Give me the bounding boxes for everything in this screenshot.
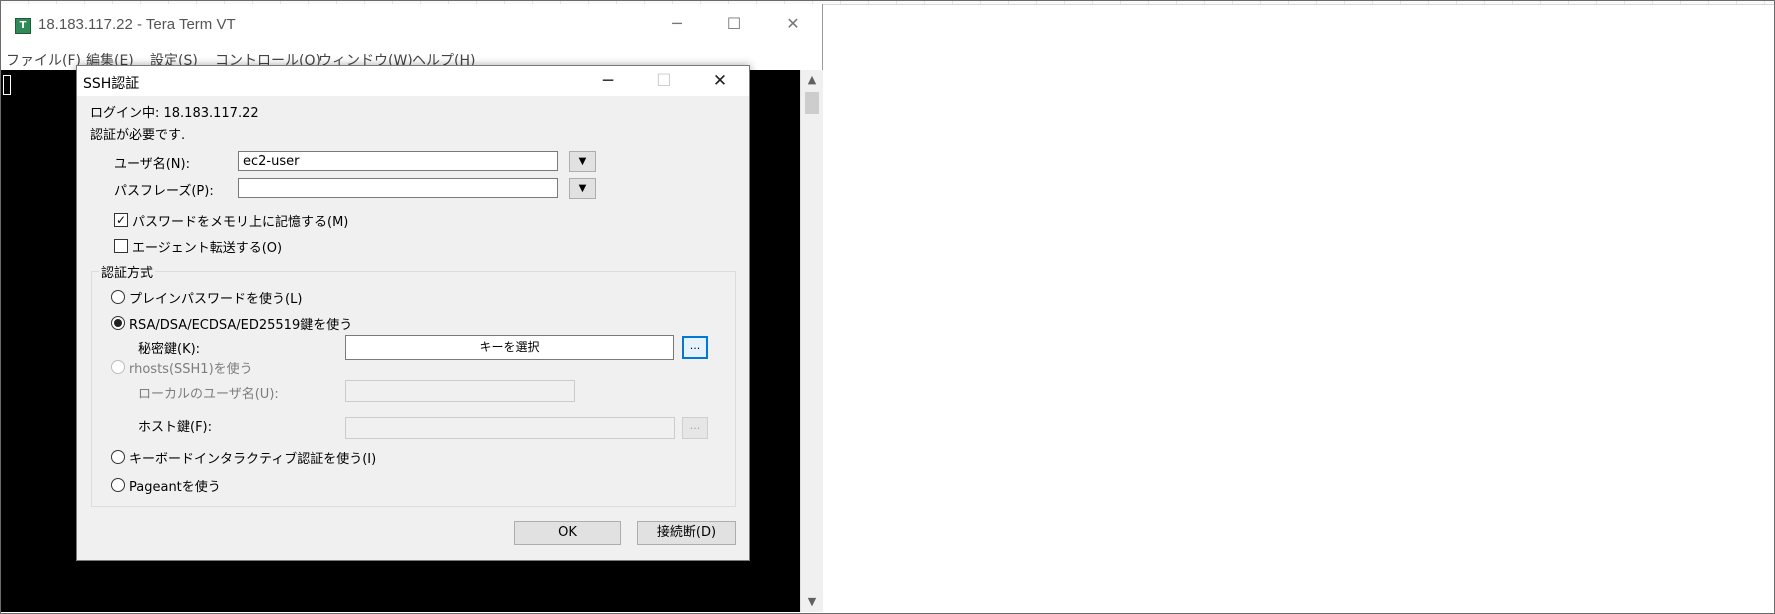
auth-method-group-label: 認証方式 xyxy=(99,262,156,281)
terminal-cursor xyxy=(3,75,11,95)
username-input[interactable] xyxy=(238,151,558,171)
scroll-down-icon[interactable]: ▼ xyxy=(801,592,823,612)
username-label: ユーザ名(N): xyxy=(114,157,190,172)
window-title: 18.183.117.22 - Tera Term VT xyxy=(38,16,236,33)
teraterm-app-icon: T xyxy=(15,18,31,34)
rsa-key-label: RSA/DSA/ECDSA/ED25519鍵を使う xyxy=(129,318,353,333)
menu-file[interactable]: ファイル(F) xyxy=(6,50,81,70)
window-maximize-button[interactable]: ☐ xyxy=(717,12,751,36)
plain-password-label: プレインパスワードを使う(L) xyxy=(129,292,303,307)
host-key-browse-button: ... xyxy=(682,417,708,439)
username-dropdown-icon[interactable]: ▼ xyxy=(569,151,596,172)
dialog-maximize-button: ☐ xyxy=(656,71,672,91)
rsa-key-radio[interactable] xyxy=(111,316,125,330)
host-key-input xyxy=(345,417,675,439)
dialog-titlebar: SSH認証 ─ ☐ ✕ xyxy=(77,66,749,96)
window-titlebar: T 18.183.117.22 - Tera Term VT ─ ☐ ✕ xyxy=(0,4,822,48)
remember-password-checkbox[interactable]: ✓ xyxy=(114,213,128,227)
keyboard-interactive-label: キーボードインタラクティブ認証を使う(I) xyxy=(129,452,377,467)
agent-forward-label: エージェント転送する(O) xyxy=(132,241,283,256)
scroll-up-icon[interactable]: ▲ xyxy=(801,70,823,90)
logging-in-text: ログイン中: 18.183.117.22 xyxy=(90,106,259,121)
dialog-minimize-button[interactable]: ─ xyxy=(588,68,628,94)
local-user-label: ローカルのユーザ名(U): xyxy=(138,387,279,402)
pageant-radio[interactable] xyxy=(111,478,125,492)
vertical-scrollbar[interactable]: ▲ ▼ xyxy=(800,70,823,612)
passphrase-input[interactable] xyxy=(238,178,558,198)
local-user-input xyxy=(345,380,575,402)
host-key-label: ホスト鍵(F): xyxy=(138,420,213,435)
rhosts-label: rhosts(SSH1)を使う xyxy=(129,362,253,377)
ssh-auth-dialog: SSH認証 ─ ☐ ✕ ログイン中: 18.183.117.22 認証が必要です… xyxy=(76,65,750,561)
disconnect-button[interactable]: 接続断(D) xyxy=(637,521,736,545)
pageant-label: Pageantを使う xyxy=(129,480,221,495)
agent-forward-checkbox[interactable] xyxy=(114,239,128,253)
auth-required-text: 認証が必要です. xyxy=(90,128,186,143)
remember-password-label: パスワードをメモリ上に記憶する(M) xyxy=(132,215,349,230)
ok-button[interactable]: OK xyxy=(514,521,621,545)
private-key-label: 秘密鍵(K): xyxy=(138,342,201,357)
window-close-button[interactable]: ✕ xyxy=(776,12,810,36)
dialog-title: SSH認証 xyxy=(83,76,140,92)
window-minimize-button[interactable]: ─ xyxy=(660,12,694,36)
dialog-close-button[interactable]: ✕ xyxy=(700,68,740,94)
rhosts-radio xyxy=(111,360,125,374)
plain-password-radio[interactable] xyxy=(111,290,125,304)
scroll-thumb[interactable] xyxy=(805,92,819,114)
keyboard-interactive-radio[interactable] xyxy=(111,450,125,464)
select-key-button[interactable]: キーを選択 xyxy=(345,335,674,360)
passphrase-label: パスフレーズ(P): xyxy=(114,184,214,199)
private-key-browse-button[interactable]: ... xyxy=(682,336,708,359)
passphrase-dropdown-icon[interactable]: ▼ xyxy=(569,178,596,199)
